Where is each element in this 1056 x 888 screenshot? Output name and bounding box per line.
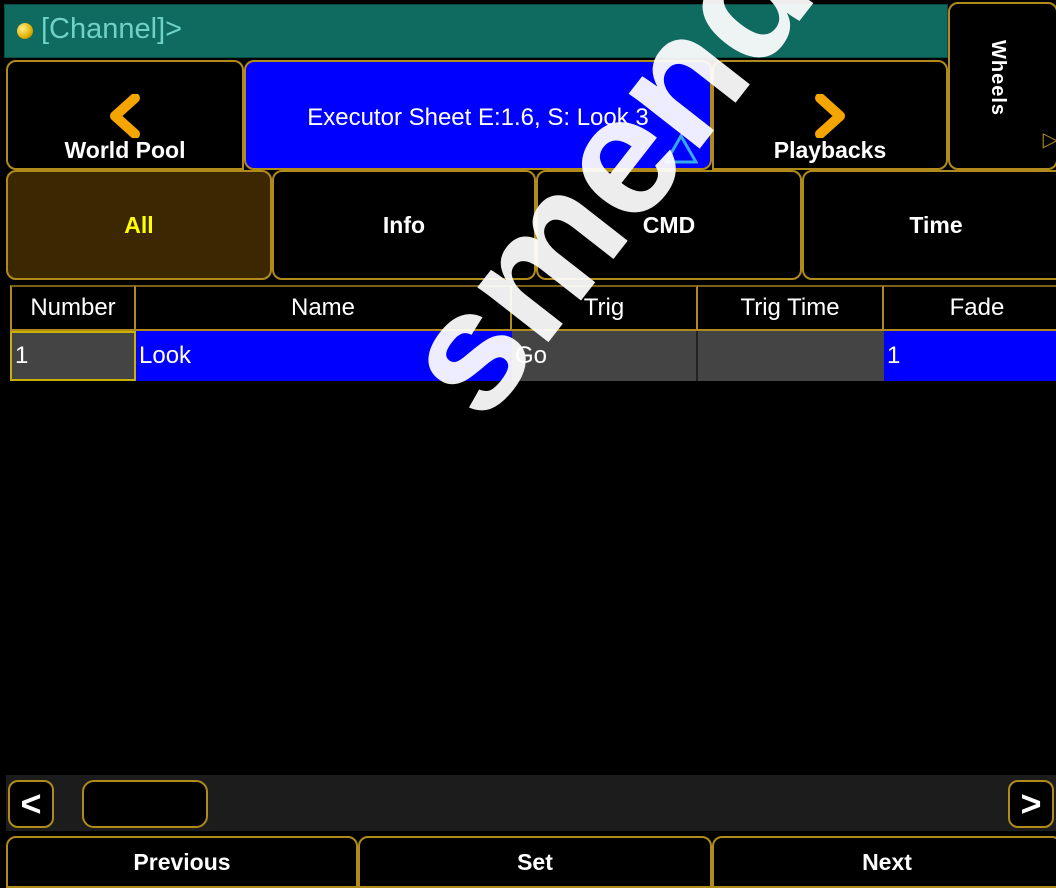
playbacks-button[interactable]: Playbacks: [712, 60, 948, 170]
world-pool-button[interactable]: World Pool: [6, 60, 244, 170]
scroll-thumb[interactable]: [82, 780, 208, 828]
tab-time-label: Time: [909, 211, 963, 238]
wheels-label: Wheels: [987, 40, 1009, 117]
cell-trig[interactable]: Go: [512, 331, 698, 381]
triangle-right-icon: ▷: [1042, 129, 1056, 151]
column-header-trig-time[interactable]: Trig Time: [698, 285, 884, 331]
tab-all[interactable]: All: [6, 170, 272, 280]
scroll-left-icon: <: [20, 783, 42, 824]
status-dot-icon: [17, 23, 33, 39]
previous-button[interactable]: Previous: [6, 836, 358, 888]
tab-info[interactable]: Info: [272, 170, 536, 280]
tab-cmd-label: CMD: [642, 211, 696, 238]
command-line-text: [Channel]>: [41, 13, 183, 45]
executor-sheet-label: Executor Sheet E:1.6, S: Look 3: [307, 104, 649, 131]
cell-fade[interactable]: 1: [884, 331, 1056, 381]
set-label: Set: [517, 848, 553, 875]
next-button[interactable]: Next: [712, 836, 1056, 888]
next-label: Next: [862, 848, 912, 875]
tab-info-label: Info: [382, 211, 426, 238]
tab-time[interactable]: Time: [802, 170, 1056, 280]
playbacks-label: Playbacks: [773, 137, 887, 163]
horizontal-scrollbar[interactable]: < >: [6, 775, 1056, 831]
column-header-fade[interactable]: Fade: [884, 285, 1056, 331]
scroll-right-icon: >: [1020, 783, 1042, 824]
cell-trig-time[interactable]: [698, 331, 884, 381]
triangle-up-icon: [664, 134, 698, 164]
cell-name[interactable]: Look: [136, 331, 512, 381]
tab-cmd[interactable]: CMD: [536, 170, 802, 280]
wheels-tab[interactable]: Wheels ▷: [948, 2, 1056, 170]
executor-sheet-title[interactable]: Executor Sheet E:1.6, S: Look 3: [244, 60, 712, 170]
command-line[interactable]: [Channel]>: [4, 4, 948, 58]
scroll-right-button[interactable]: >: [1008, 780, 1054, 828]
cell-number[interactable]: 1: [10, 331, 136, 381]
column-header-trig[interactable]: Trig: [512, 285, 698, 331]
scroll-left-button[interactable]: <: [8, 780, 54, 828]
column-header-number[interactable]: Number: [10, 285, 136, 331]
world-pool-label: World Pool: [64, 137, 186, 163]
previous-label: Previous: [133, 848, 231, 875]
set-button[interactable]: Set: [358, 836, 712, 888]
tab-all-label: All: [124, 211, 154, 238]
column-header-name[interactable]: Name: [136, 285, 512, 331]
